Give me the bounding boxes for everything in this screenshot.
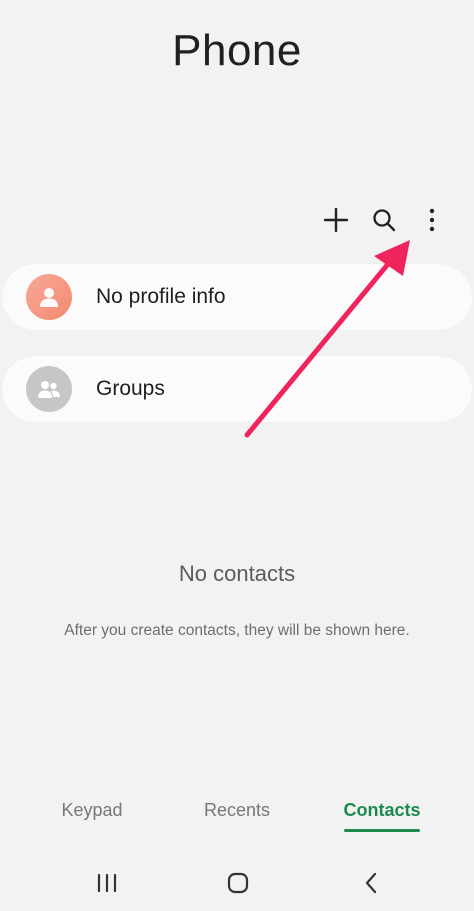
- home-icon: [227, 872, 249, 894]
- search-button[interactable]: [360, 198, 408, 242]
- empty-state-title: No contacts: [178, 561, 296, 586]
- more-vertical-icon: [429, 208, 435, 232]
- annotation-arrow: [244, 240, 410, 438]
- more-options-button[interactable]: [408, 198, 456, 242]
- tab-keypad[interactable]: Keypad: [40, 800, 144, 840]
- add-contact-button[interactable]: [312, 198, 360, 242]
- toolbar: [312, 198, 456, 242]
- groups-label: Groups: [96, 377, 165, 400]
- home-button[interactable]: [208, 860, 268, 906]
- groups-avatar: [26, 366, 72, 412]
- search-icon: [373, 209, 396, 232]
- profile-card[interactable]: No profile info: [2, 264, 472, 330]
- empty-state-subtitle: After you create contacts, they will be …: [64, 622, 410, 639]
- back-button[interactable]: [342, 860, 402, 906]
- profile-label: No profile info: [96, 285, 226, 308]
- groups-card[interactable]: Groups: [2, 356, 472, 422]
- bottom-tab-bar: Keypad Recents Contacts: [0, 800, 474, 840]
- plus-icon: [323, 207, 349, 233]
- tab-recents[interactable]: Recents: [185, 800, 289, 840]
- recent-apps-button[interactable]: [77, 860, 137, 906]
- tab-contacts[interactable]: Contacts: [330, 800, 434, 840]
- people-icon: [38, 381, 60, 398]
- person-icon: [40, 288, 58, 307]
- system-navigation-bar: [0, 860, 474, 906]
- recent-apps-icon: [97, 873, 117, 893]
- page-title: Phone: [172, 26, 302, 75]
- avatar: [26, 274, 72, 320]
- back-icon: [365, 872, 377, 894]
- selected-tab-indicator: [344, 829, 420, 832]
